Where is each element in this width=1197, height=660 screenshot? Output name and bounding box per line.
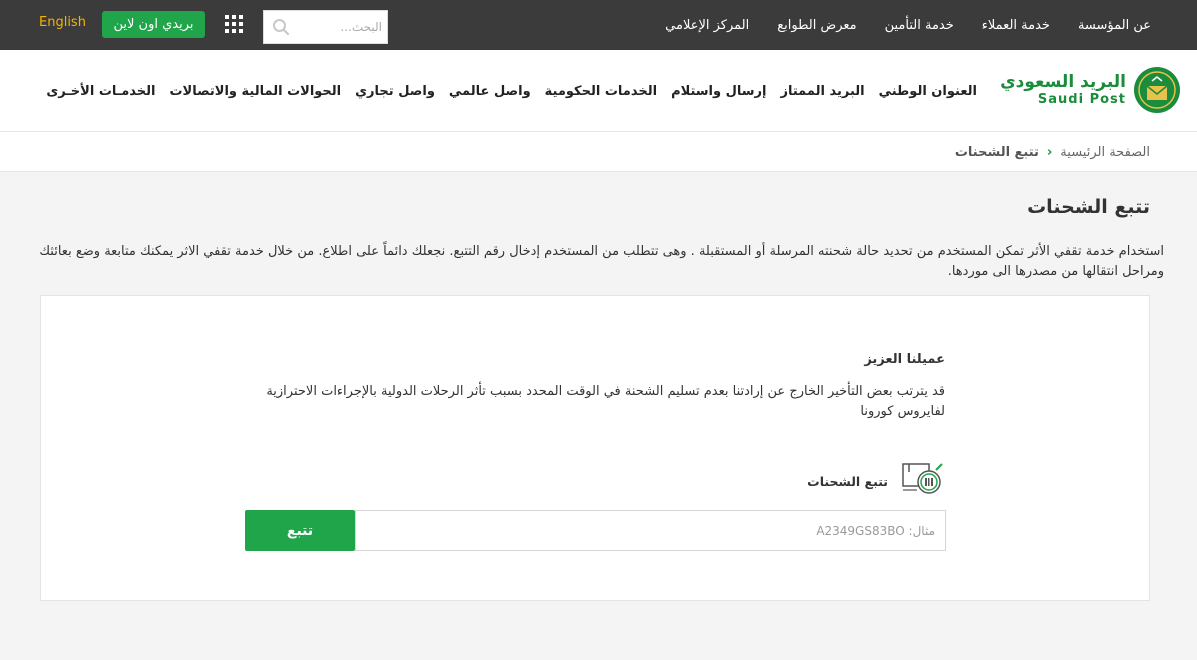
tracking-number-input[interactable] — [355, 510, 946, 551]
main-nav: العنوان الوطني البريد الممتاز إرسال واست… — [46, 50, 977, 132]
notice-title: عميلنا العزيز — [864, 352, 945, 367]
grid-icon[interactable] — [225, 15, 243, 33]
breadcrumb-separator-icon: › — [1046, 144, 1053, 160]
breadcrumb-current: تتبع الشحنات — [954, 144, 1039, 160]
top-link-customer-service[interactable]: خدمة العملاء — [982, 18, 1050, 33]
language-switch-link[interactable]: English — [39, 15, 86, 30]
notice-body: قد يترتب بعض التأخير الخارج عن إرادتنا ب… — [266, 384, 945, 419]
page-title: تتبع الشحنات — [1027, 196, 1150, 218]
search-icon[interactable] — [272, 18, 290, 36]
page-description: استخدام خدمة تقفي الأثر تمكن المستخدم من… — [39, 244, 1164, 279]
logo-arabic-text: البريد السعودي — [1000, 72, 1126, 92]
nav-item-national-address[interactable]: العنوان الوطني — [879, 84, 977, 99]
parcel-tracking-icon — [902, 463, 943, 494]
tracking-card: عميلنا العزيز قد يترتب بعض التأخير الخار… — [40, 295, 1150, 601]
breadcrumb-home-link[interactable]: الصفحة الرئيسية — [1060, 145, 1150, 160]
search-input[interactable] — [294, 18, 382, 36]
nav-item-premium-mail[interactable]: البريد الممتاز — [781, 84, 865, 99]
nav-item-money-transfer[interactable]: الحوالات المالية والاتصالات — [169, 84, 341, 99]
nav-item-government-services[interactable]: الخدمات الحكومية — [545, 84, 657, 99]
breadcrumb-bar: الصفحة الرئيسية › تتبع الشحنات — [0, 132, 1197, 172]
saudi-post-logo[interactable]: البريد السعودي Saudi Post — [1000, 65, 1180, 115]
breadcrumb: الصفحة الرئيسية › تتبع الشحنات — [955, 132, 1150, 172]
top-link-stamps-gallery[interactable]: معرض الطوابع — [777, 18, 856, 33]
online-button[interactable]: بريدي اون لاين — [102, 11, 205, 38]
nav-item-wasel-business[interactable]: واصل تجاري — [355, 84, 435, 99]
tracking-label: تتبع الشحنات — [807, 474, 888, 489]
nav-item-other-services[interactable]: الخدمـات الأخـرى — [46, 84, 155, 99]
top-link-media-center[interactable]: المركز الإعلامي — [665, 18, 749, 33]
top-bar: عن المؤسسة خدمة العملاء خدمة التأمين معر… — [0, 0, 1197, 50]
top-link-about[interactable]: عن المؤسسة — [1078, 18, 1151, 33]
main-header: البريد السعودي Saudi Post العنوان الوطني… — [0, 50, 1197, 132]
search-box — [263, 10, 388, 44]
nav-item-send-receive[interactable]: إرسال واستلام — [671, 84, 766, 99]
track-button[interactable]: تتبع — [245, 510, 355, 551]
top-links: عن المؤسسة خدمة العملاء خدمة التأمين معر… — [665, 0, 1151, 50]
saudi-post-emblem-icon — [1134, 67, 1180, 113]
top-link-insurance[interactable]: خدمة التأمين — [885, 18, 954, 33]
nav-item-wasel-global[interactable]: واصل عالمي — [449, 84, 531, 99]
logo-english-text: Saudi Post — [1037, 92, 1126, 107]
